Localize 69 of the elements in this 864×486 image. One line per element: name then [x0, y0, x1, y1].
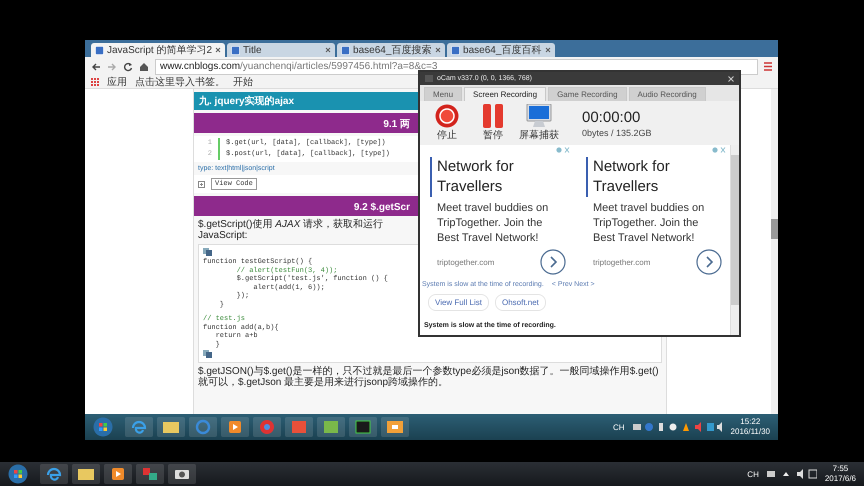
close-icon[interactable] — [325, 47, 332, 53]
browser-e-icon[interactable] — [40, 464, 68, 484]
recorder-tab[interactable]: Menu — [424, 87, 462, 101]
bookmark-link[interactable]: 开始 — [233, 76, 253, 88]
file-size: 0bytes / 135.2GB — [582, 128, 652, 138]
monitor-icon — [526, 104, 552, 128]
subsection-heading: 9.2 $.getScr — [354, 202, 410, 213]
close-icon[interactable] — [435, 47, 442, 53]
clock-time: 15:22 — [740, 417, 760, 427]
copy-icon[interactable] — [203, 350, 212, 358]
ad-text: Meet travel buddies on TripTogether. Join the Best Travel Network! — [592, 201, 706, 246]
app-icon[interactable] — [136, 464, 164, 484]
ad-text: Meet travel buddies on TripTogether. Join the Best Travel Network! — [436, 201, 550, 246]
home-icon[interactable] — [139, 62, 149, 72]
folder-icon[interactable] — [157, 417, 185, 437]
page-icon — [451, 46, 460, 54]
scrollbar[interactable] — [771, 89, 778, 414]
browser-tab[interactable]: Title — [227, 43, 336, 57]
subsection-heading: 9.1 两 — [383, 119, 410, 130]
recorder-tab[interactable]: Screen Recording — [464, 87, 546, 101]
language-indicator[interactable]: CH — [747, 470, 759, 478]
reload-icon[interactable] — [123, 62, 133, 72]
chevron-right-icon[interactable] — [696, 249, 722, 275]
link-button[interactable]: View Full List — [428, 294, 489, 311]
ad-domain: triptogether.com — [437, 258, 494, 266]
tray-icons-drawing[interactable] — [766, 469, 817, 479]
start-orb-icon[interactable] — [93, 417, 113, 437]
menu-icon[interactable] — [764, 62, 772, 71]
page-icon — [341, 46, 350, 54]
pause-icon — [482, 104, 504, 128]
browser-tab[interactable]: JavaScript 的简单学习2 — [91, 43, 226, 57]
browser-e-icon[interactable] — [125, 417, 153, 437]
chevron-right-icon[interactable] — [540, 249, 566, 275]
recorder-tab[interactable]: Game Recording — [548, 87, 627, 101]
ad-headline[interactable]: Network for Travellers — [586, 157, 722, 197]
start-orb-icon[interactable] — [8, 464, 28, 484]
ad-card[interactable]: Network for Travellers Meet travel buddies on TripTogether. Join the Best Travel Network! triptogether.com — [578, 147, 728, 275]
tray-icons-drawing[interactable] — [632, 422, 723, 432]
link-button[interactable]: Ohsoft.net — [494, 294, 546, 311]
clock-time: 7:55 — [832, 464, 848, 474]
bookmark-link[interactable]: 点击这里导入书签。 — [135, 76, 225, 88]
recorder-tab[interactable]: Audio Recording — [628, 87, 706, 101]
page-icon — [231, 46, 240, 54]
clock-date: 2017/6/6 — [824, 474, 856, 484]
browser-tab[interactable]: base64_百度搜索 — [337, 43, 446, 57]
ad-domain: triptogether.com — [593, 258, 650, 266]
paragraph: $.getJSON()与$.get()是一样的，只不过就是最后一个参数type必须是json数据了。一般同域操作用$.get()就可以，$.getJson 最主要是用来进行jsonp跨域操作的。 — [197, 366, 660, 388]
ad-headline[interactable]: Network for Travellers — [430, 157, 566, 197]
page-icon — [95, 46, 104, 54]
browser-tab[interactable]: base64_百度百科 — [447, 43, 556, 57]
close-icon[interactable] — [545, 47, 552, 53]
back-icon[interactable] — [91, 62, 101, 72]
expand-icon[interactable] — [198, 180, 205, 188]
folder-icon[interactable] — [72, 464, 100, 484]
ad-card[interactable]: Network for Travellers Meet travel buddies on TripTogether. Join the Best Travel Network! triptogether.com — [422, 147, 572, 275]
play-icon[interactable] — [104, 464, 132, 484]
scrollbar[interactable] — [730, 145, 739, 335]
app-icon — [425, 75, 433, 82]
stop-icon — [435, 104, 459, 128]
recording-timer: 00:00:00 — [582, 108, 642, 126]
paragraph: $.getScript()使用 AJAX 请求，获取和运行 JavaScript: — [197, 219, 384, 241]
language-indicator[interactable]: CH — [612, 422, 625, 432]
apps-grid-icon[interactable] — [91, 78, 99, 86]
bookmark-link[interactable]: 应用 — [107, 76, 127, 88]
camera-icon[interactable] — [168, 464, 196, 484]
close-icon[interactable] — [215, 47, 222, 53]
play-icon[interactable] — [221, 417, 249, 437]
clock-date: 2016/11/30 — [730, 427, 770, 437]
copy-icon[interactable] — [203, 248, 212, 256]
